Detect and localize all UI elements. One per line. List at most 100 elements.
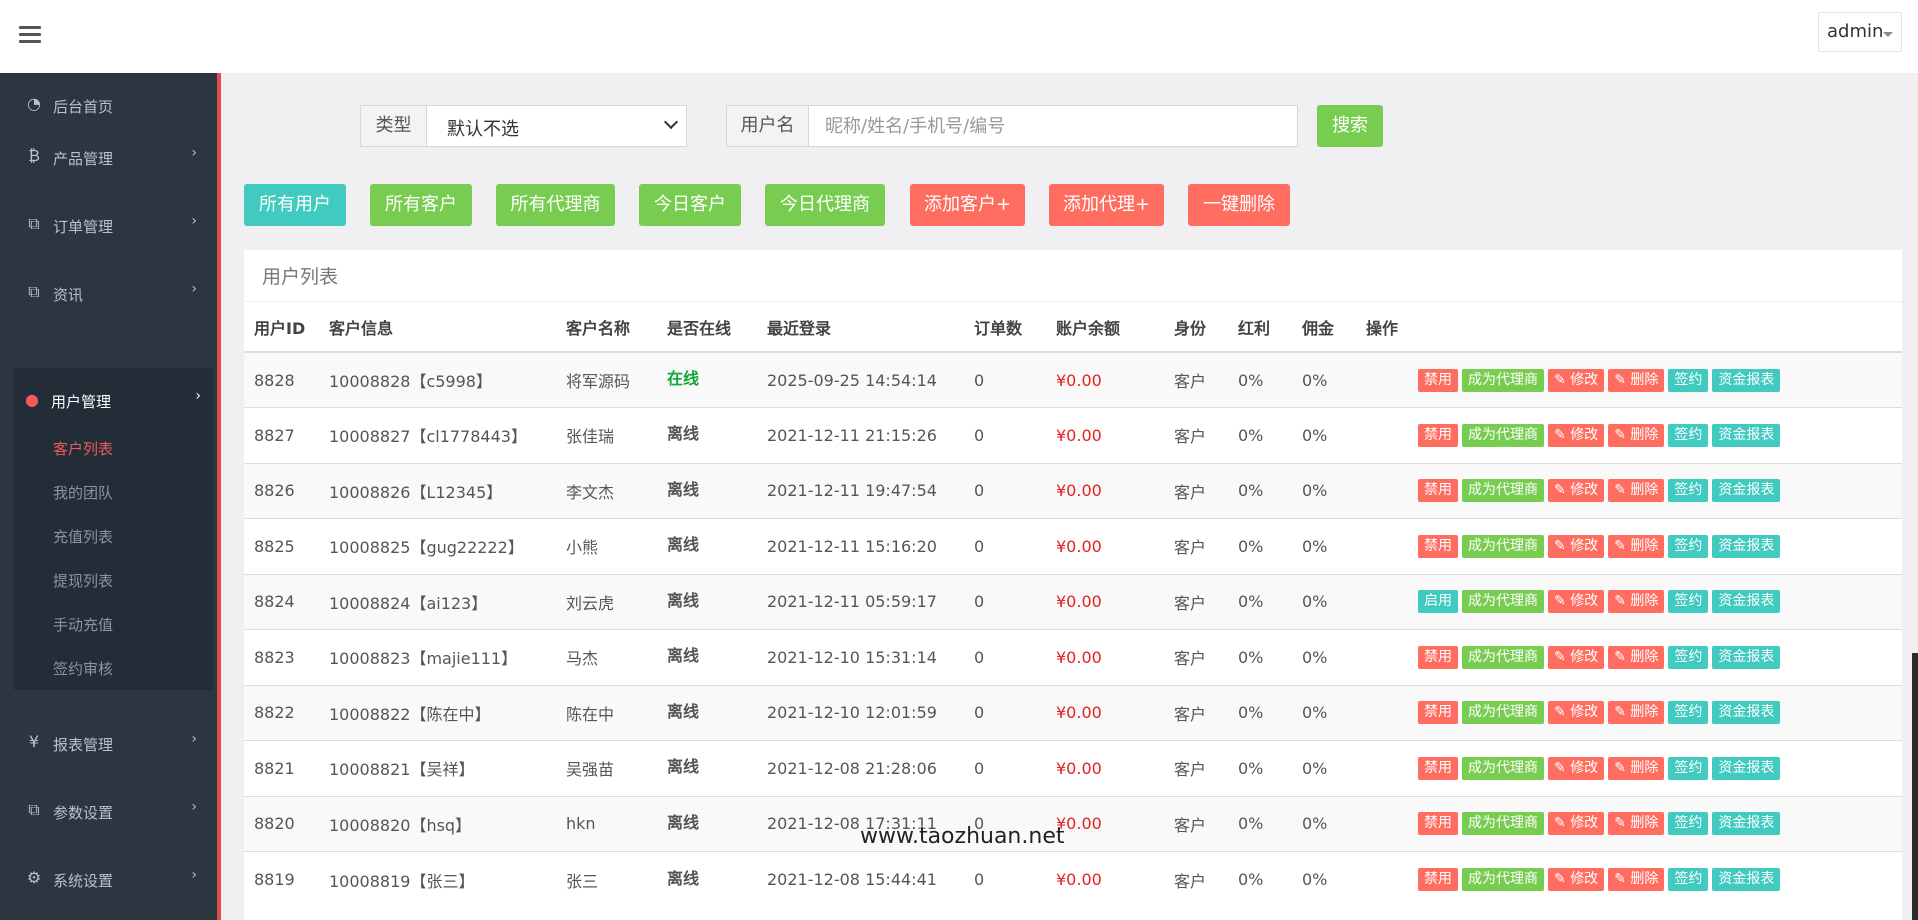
become-agent-button[interactable]: 成为代理商 [1462, 701, 1544, 725]
delete-button[interactable]: ✎ 删除 [1608, 479, 1665, 503]
sign-button[interactable]: 签约 [1668, 812, 1709, 836]
fund-report-button[interactable]: 资金报表 [1712, 756, 1781, 780]
become-agent-button[interactable]: 成为代理商 [1462, 534, 1544, 558]
become-agent-button[interactable]: 成为代理商 [1462, 756, 1544, 780]
sidebar-subitem[interactable]: 我的团队 [53, 482, 113, 503]
sidebar-item-b1[interactable]: ⧉ 参数设置 › [0, 777, 217, 845]
sign-button[interactable]: 签约 [1668, 423, 1709, 447]
delete-button[interactable]: ✎ 删除 [1608, 423, 1665, 447]
sign-button[interactable]: 签约 [1668, 756, 1709, 780]
toggle-status-button[interactable]: 禁用 [1418, 868, 1458, 891]
delete-button[interactable]: ✎ 删除 [1608, 812, 1665, 836]
delete-button[interactable]: ✎ 删除 [1608, 590, 1665, 614]
edit-button[interactable]: ✎ 修改 [1548, 645, 1605, 669]
sign-button[interactable]: 签约 [1668, 701, 1709, 725]
toggle-status-button[interactable]: 启用 [1418, 590, 1458, 614]
sidebar-item-b0[interactable]: ¥ 报表管理 › [0, 709, 217, 777]
edit-button[interactable]: ✎ 修改 [1548, 590, 1605, 614]
filter-button-4[interactable]: 今日代理商 [765, 184, 885, 226]
fund-report-button[interactable]: 资金报表 [1712, 701, 1781, 725]
filter-button-7[interactable]: 一键删除 [1188, 184, 1290, 226]
fund-report-button[interactable]: 资金报表 [1712, 534, 1781, 558]
edit-button[interactable]: ✎ 修改 [1548, 423, 1605, 447]
delete-button[interactable]: ✎ 删除 [1608, 756, 1665, 780]
scrollbar-thumb[interactable] [1912, 653, 1918, 920]
edit-button[interactable]: ✎ 修改 [1548, 479, 1605, 503]
customer-name-cell: 陈在中 [566, 704, 615, 724]
delete-button[interactable]: ✎ 删除 [1608, 701, 1665, 725]
nav-group-user-management: ● 用户管理 › 客户列表我的团队充值列表提现列表手动充值签约审核 [13, 368, 213, 690]
page-scrollbar[interactable] [1912, 73, 1918, 920]
delete-button[interactable]: ✎ 删除 [1608, 368, 1665, 392]
edit-button[interactable]: ✎ 修改 [1548, 534, 1605, 558]
admin-dropdown[interactable]: admin [1818, 12, 1902, 52]
become-agent-button[interactable]: 成为代理商 [1462, 645, 1544, 669]
type-select[interactable]: 默认不选 [426, 105, 687, 147]
filter-button-3[interactable]: 今日客户 [639, 184, 741, 226]
sidebar-item-a1[interactable]: ₿ 产品管理 › [0, 123, 217, 191]
toggle-status-button[interactable]: 禁用 [1418, 368, 1458, 392]
sign-button[interactable]: 签约 [1668, 368, 1709, 392]
delete-button-label: 删除 [1630, 815, 1659, 832]
last-login-cell: 2021-12-08 21:28:06 [767, 758, 937, 778]
become-agent-button[interactable]: 成为代理商 [1462, 479, 1544, 503]
sidebar-subitem[interactable]: 提现列表 [53, 570, 113, 591]
order-count-cell: 0 [974, 703, 985, 723]
become-agent-button[interactable]: 成为代理商 [1462, 812, 1544, 836]
sidebar-subitem[interactable]: 客户列表 [53, 438, 113, 459]
sidebar-subitem[interactable]: 充值列表 [53, 526, 113, 547]
fund-report-button[interactable]: 资金报表 [1712, 479, 1781, 503]
fund-report-button[interactable]: 资金报表 [1712, 590, 1781, 614]
delete-button-label: 删除 [1630, 371, 1659, 388]
fund-report-button[interactable]: 资金报表 [1712, 645, 1781, 669]
toggle-status-button[interactable]: 禁用 [1418, 812, 1458, 836]
cogs-icon: ⚙ [26, 868, 42, 887]
sign-button[interactable]: 签约 [1668, 868, 1709, 891]
sign-button[interactable]: 签约 [1668, 479, 1709, 503]
fund-report-button[interactable]: 资金报表 [1712, 368, 1781, 392]
toggle-status-button[interactable]: 禁用 [1418, 645, 1458, 669]
fund-report-button[interactable]: 资金报表 [1712, 423, 1781, 447]
sign-button[interactable]: 签约 [1668, 590, 1709, 614]
become-agent-button[interactable]: 成为代理商 [1462, 590, 1544, 614]
toggle-status-button[interactable]: 禁用 [1418, 423, 1458, 447]
sidebar-item-a2[interactable]: ⧉ 订单管理 › [0, 191, 217, 259]
sidebar-item-user-management[interactable]: ● 用户管理 › [13, 368, 213, 428]
sidebar-item-a3[interactable]: ⧉ 资讯 › [0, 259, 217, 327]
edit-button[interactable]: ✎ 修改 [1548, 701, 1605, 725]
edit-button[interactable]: ✎ 修改 [1548, 868, 1605, 891]
become-agent-button[interactable]: 成为代理商 [1462, 868, 1544, 891]
become-agent-button[interactable]: 成为代理商 [1462, 368, 1544, 392]
search-button[interactable]: 搜索 [1317, 105, 1383, 147]
toggle-status-button[interactable]: 禁用 [1418, 701, 1458, 725]
filter-button-0[interactable]: 所有用户 [244, 184, 346, 226]
chevron-right-icon: › [195, 388, 201, 404]
filter-button-5[interactable]: 添加客户+ [910, 184, 1025, 226]
toggle-status-button[interactable]: 禁用 [1418, 534, 1458, 558]
toggle-status-button-label: 禁用 [1424, 482, 1452, 499]
edit-button[interactable]: ✎ 修改 [1548, 756, 1605, 780]
fund-report-button[interactable]: 资金报表 [1712, 812, 1781, 836]
toggle-status-button[interactable]: 禁用 [1418, 479, 1458, 503]
sign-button[interactable]: 签约 [1668, 645, 1709, 669]
edit-button[interactable]: ✎ 修改 [1548, 368, 1605, 392]
edit-button[interactable]: ✎ 修改 [1548, 812, 1605, 836]
filter-button-6[interactable]: 添加代理+ [1049, 184, 1164, 226]
fund-report-button[interactable]: 资金报表 [1712, 868, 1781, 891]
username-search-input[interactable] [808, 105, 1298, 147]
toggle-status-button[interactable]: 禁用 [1418, 756, 1458, 780]
filter-button-1[interactable]: 所有客户 [370, 184, 472, 226]
become-agent-button[interactable]: 成为代理商 [1462, 423, 1544, 447]
sign-button[interactable]: 签约 [1668, 534, 1709, 558]
fund-report-button-label: 资金报表 [1718, 371, 1775, 388]
delete-button[interactable]: ✎ 删除 [1608, 645, 1665, 669]
menu-toggle-icon[interactable] [19, 26, 41, 44]
user-id-cell: 8828 [254, 370, 295, 390]
sidebar-item-b2[interactable]: ⚙ 系统设置 › [0, 845, 217, 913]
delete-button[interactable]: ✎ 删除 [1608, 534, 1665, 558]
table-row: 8821 10008821【吴祥】 吴强苗 离线 2021-12-08 21:28:06… [244, 740, 1902, 796]
sidebar-subitem[interactable]: 手动充值 [53, 614, 113, 635]
filter-button-2[interactable]: 所有代理商 [496, 184, 615, 226]
delete-button[interactable]: ✎ 删除 [1608, 868, 1665, 891]
sidebar-subitem[interactable]: 签约审核 [53, 658, 113, 679]
